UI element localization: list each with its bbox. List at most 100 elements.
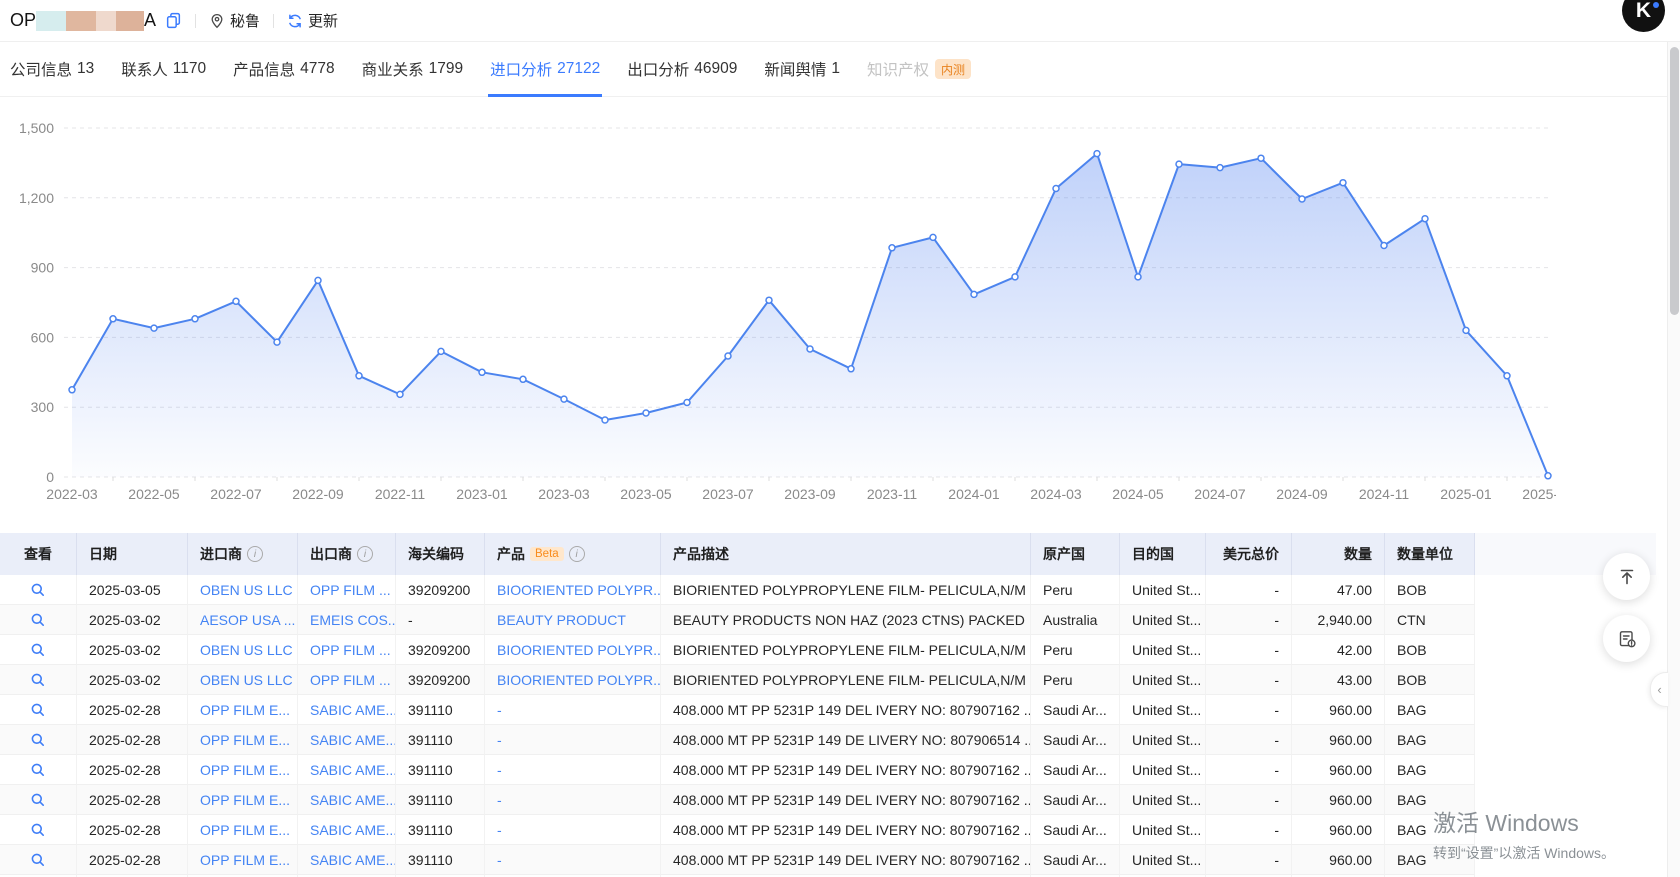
importer-link-text[interactable]: OBEN US LLC [200, 642, 293, 658]
exporter-link-text[interactable]: OPP FILM ... [310, 672, 391, 688]
quantity-cell-text: 43.00 [1337, 672, 1372, 688]
view-details-button[interactable] [30, 762, 46, 778]
tab-news-sentiment[interactable]: 新闻舆情1 [764, 42, 840, 96]
origin-country-cell-text: Peru [1043, 582, 1073, 598]
importer-link-text[interactable]: OPP FILM E... [200, 702, 290, 718]
product-link-text[interactable]: - [497, 762, 502, 778]
tab-export-analysis[interactable]: 出口分析46909 [627, 42, 737, 96]
importer-link-text[interactable]: OPP FILM E... [200, 732, 290, 748]
usd-total-cell-text: - [1274, 582, 1279, 598]
hs-code-cell-text: 39209200 [408, 672, 470, 688]
exporter-link: SABIC AME... [298, 725, 396, 755]
tab-business-relations[interactable]: 商业关系1799 [362, 42, 464, 96]
product-link-text[interactable]: BIOORIENTED POLYPR... [497, 672, 661, 688]
blank-cell [1475, 695, 1656, 725]
view-details-button[interactable] [30, 852, 46, 868]
exporter-link-text[interactable]: OPP FILM ... [310, 642, 391, 658]
exporter-link-text[interactable]: OPP FILM ... [310, 582, 391, 598]
importer-link-text[interactable]: OPP FILM E... [200, 852, 290, 868]
view-details-button[interactable] [30, 732, 46, 748]
exporter-link-text[interactable]: SABIC AME... [310, 852, 396, 868]
origin-country-cell: Saudi Ar... [1031, 725, 1120, 755]
view-details-button[interactable] [30, 672, 46, 688]
importer-link: OPP FILM E... [188, 695, 298, 725]
hs-code-cell: 391110 [396, 845, 485, 875]
location-pin-icon [209, 13, 225, 29]
info-icon[interactable]: i [357, 546, 373, 562]
data-point [807, 346, 813, 352]
view-details-button[interactable] [30, 582, 46, 598]
hs-code-cell: 391110 [396, 725, 485, 755]
importer-link: OBEN US LLC [188, 665, 298, 695]
date-cell-text: 2025-02-28 [89, 702, 161, 718]
importer-link: OPP FILM E... [188, 725, 298, 755]
importer-link-text[interactable]: OPP FILM E... [200, 762, 290, 778]
product-link-text[interactable]: BIOORIENTED POLYPR... [497, 582, 661, 598]
avatar[interactable]: K [1622, 0, 1665, 32]
product-link-text[interactable]: BEAUTY PRODUCT [497, 612, 626, 628]
x-axis-tick-label: 2023-09 [784, 486, 836, 502]
usd-total-cell: - [1206, 575, 1292, 605]
internal-beta-badge: 内测 [935, 59, 971, 79]
product-link: BIOORIENTED POLYPR... [485, 635, 661, 665]
importer-link-text[interactable]: OPP FILM E... [200, 822, 290, 838]
blank-cell [1475, 785, 1656, 815]
data-point [1094, 151, 1100, 157]
view-details-button[interactable] [30, 822, 46, 838]
product-link-text[interactable]: - [497, 852, 502, 868]
x-axis-tick-label: 2022-05 [128, 486, 180, 502]
x-axis-tick-label: 2023-03 [538, 486, 590, 502]
tab-count: 13 [77, 60, 94, 78]
product-description-cell: 408.000 MT PP 5231P 149 DEL IVERY NO: 80… [661, 785, 1031, 815]
exporter-link-text[interactable]: SABIC AME... [310, 702, 396, 718]
tab-company-info[interactable]: 公司信息13 [10, 42, 94, 96]
info-icon[interactable]: i [569, 546, 585, 562]
exporter-link-text[interactable]: SABIC AME... [310, 762, 396, 778]
info-icon[interactable]: i [247, 546, 263, 562]
importer-link-text[interactable]: OPP FILM E... [200, 792, 290, 808]
scrollbar-thumb[interactable] [1670, 47, 1679, 315]
importer-link-text[interactable]: OBEN US LLC [200, 672, 293, 688]
date-cell: 2025-03-02 [77, 665, 188, 695]
location-item: 秘鲁 [209, 10, 260, 31]
product-link-text[interactable]: - [497, 792, 502, 808]
product-link-text[interactable]: - [497, 732, 502, 748]
tab-import-analysis[interactable]: 进口分析27122 [490, 42, 600, 96]
importer-link-text[interactable]: AESOP USA ... [200, 612, 295, 628]
tab-product-info[interactable]: 产品信息4778 [233, 42, 335, 96]
tab-intellectual-property[interactable]: 知识产权内测 [867, 42, 971, 96]
magnifier-icon [30, 852, 46, 868]
view-details-button[interactable] [30, 642, 46, 658]
destination-country-cell: United St... [1120, 695, 1206, 725]
refresh-button[interactable]: 更新 [287, 10, 338, 31]
exporter-link-text[interactable]: EMEIS COS... [310, 612, 396, 628]
copy-icon[interactable] [165, 12, 182, 29]
exporter-link-text[interactable]: SABIC AME... [310, 732, 396, 748]
view-details-button[interactable] [30, 612, 46, 628]
tab-contacts[interactable]: 联系人1170 [121, 42, 206, 96]
quantity-cell: 960.00 [1292, 695, 1385, 725]
data-point [602, 417, 608, 423]
column-header-usd: 美元总价 [1206, 533, 1292, 575]
importer-link-text[interactable]: OBEN US LLC [200, 582, 293, 598]
view-details-button[interactable] [30, 702, 46, 718]
view-details-button[interactable] [30, 792, 46, 808]
importer-link: AESOP USA ... [188, 605, 298, 635]
exporter-link-text[interactable]: SABIC AME... [310, 792, 396, 808]
hs-code-cell-text: 391110 [408, 852, 453, 868]
divider [273, 14, 274, 28]
exporter-link-text[interactable]: SABIC AME... [310, 822, 396, 838]
product-link-text[interactable]: - [497, 822, 502, 838]
tab-label: 出口分析 [627, 58, 689, 80]
product-link-text[interactable]: BIOORIENTED POLYPR... [497, 642, 661, 658]
report-feedback-button[interactable] [1603, 615, 1650, 662]
column-header-label: 出口商 [310, 544, 352, 564]
scrollbar-track[interactable] [1667, 0, 1680, 877]
x-axis-tick-label: 2022-09 [292, 486, 344, 502]
origin-country-cell: Peru [1031, 665, 1120, 695]
usd-total-cell-text: - [1274, 762, 1279, 778]
back-to-top-button[interactable] [1603, 553, 1650, 600]
data-point [1545, 473, 1551, 479]
product-link-text[interactable]: - [497, 702, 502, 718]
hs-code-cell-text: 391110 [408, 702, 453, 718]
